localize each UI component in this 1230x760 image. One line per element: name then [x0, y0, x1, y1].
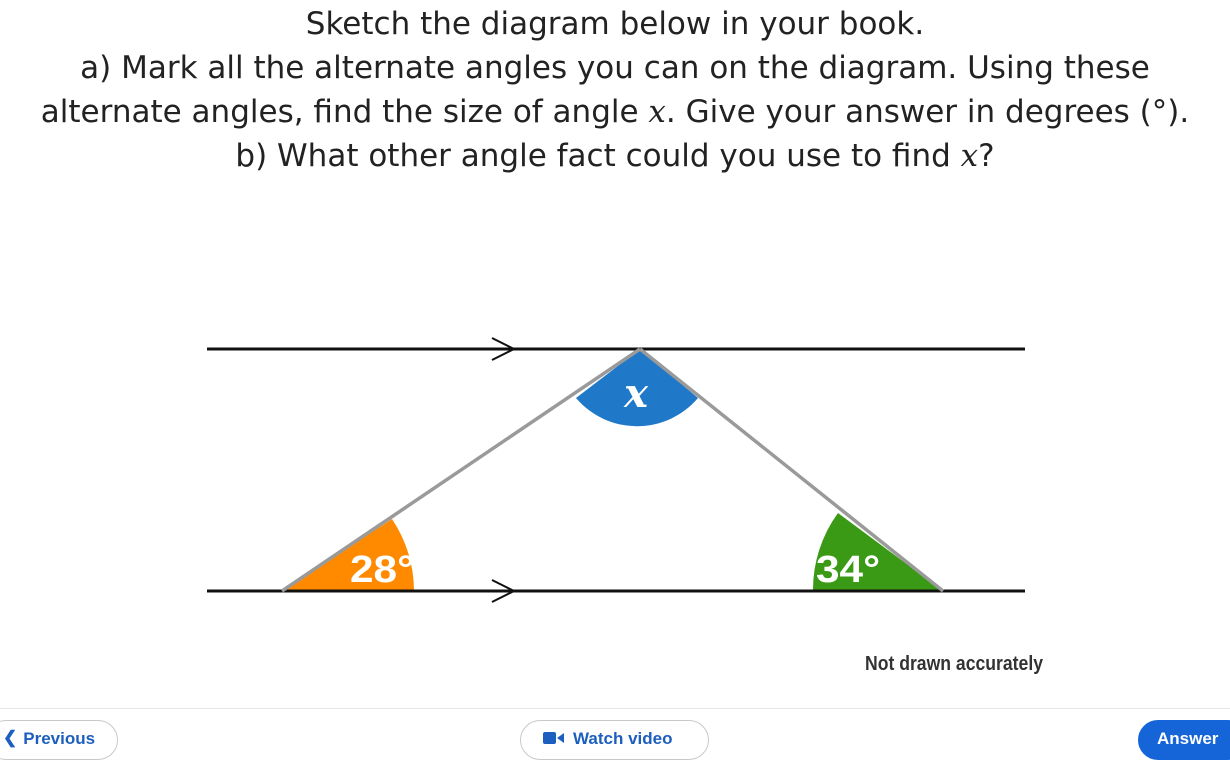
answer-label: Answer [1157, 729, 1219, 748]
not-drawn-accurately-note: Not drawn accurately [865, 653, 1044, 675]
watch-video-button[interactable]: Watch video [520, 720, 709, 760]
angle-diagram: x 28° 34° Not drawn accurately [207, 337, 1044, 675]
watch-video-label: Watch video [573, 729, 673, 748]
triangle-side-right [638, 347, 945, 593]
answer-button[interactable]: Answer [1138, 720, 1230, 760]
triangle-side-left [281, 347, 641, 593]
chevron-left-icon: ❮ [3, 728, 18, 747]
video-camera-icon [543, 729, 565, 746]
footer-divider [0, 708, 1230, 709]
previous-label: Previous [23, 729, 96, 748]
previous-button[interactable]: ❮ Previous [0, 720, 118, 760]
angle-right-label: 34° [816, 549, 880, 591]
angle-top-label: x [623, 370, 649, 417]
angle-left-label: 28° [350, 549, 414, 591]
